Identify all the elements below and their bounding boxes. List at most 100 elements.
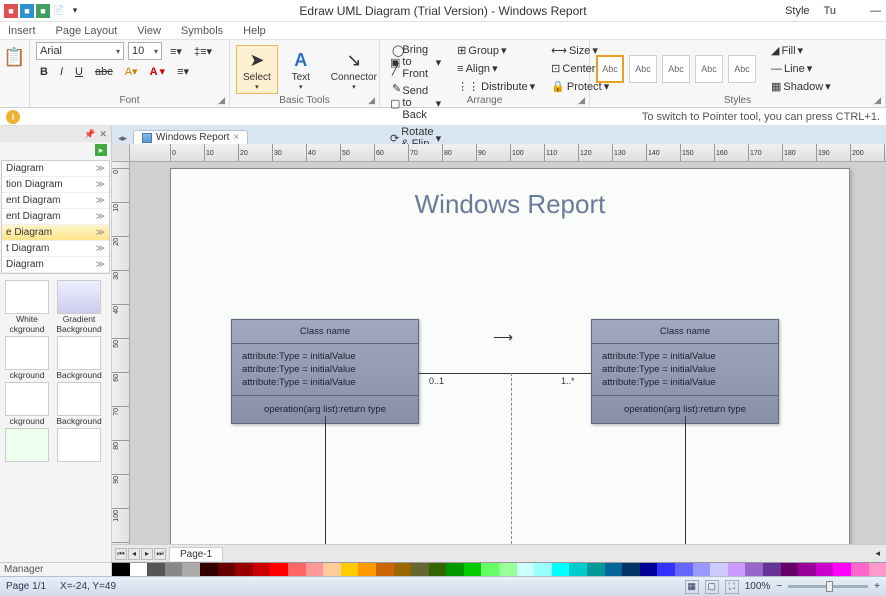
dialog-launcher-icon[interactable]: ◢ [368,95,375,106]
color-swatch[interactable] [499,563,517,576]
color-swatch[interactable] [464,563,482,576]
qat-item[interactable]: 📄 [52,4,66,18]
color-swatch[interactable] [270,563,288,576]
font-color-button[interactable]: A▾ [146,63,169,80]
color-swatch[interactable] [657,563,675,576]
color-swatch[interactable] [253,563,271,576]
color-swatch[interactable] [640,563,658,576]
color-swatch[interactable] [798,563,816,576]
shape-thumb[interactable]: ckground [2,336,52,380]
view-page-icon[interactable]: ▢ [705,580,719,594]
color-swatch[interactable] [552,563,570,576]
tree-item[interactable]: e Diagram≫ [2,225,109,241]
bring-to-front-button[interactable]: ▣ Bring to Front ▾ [386,42,445,82]
add-icon[interactable]: ▸ [95,144,107,156]
close-icon[interactable]: ✕ [99,129,107,140]
minimize-icon[interactable]: — [870,5,882,17]
bold-button[interactable]: B [36,64,52,80]
color-swatch[interactable] [569,563,587,576]
color-swatch[interactable] [358,563,376,576]
pin-icon[interactable]: 📌 [84,129,95,140]
document-tab[interactable]: Windows Report × [133,130,248,144]
first-page-icon[interactable]: ⏮ [115,548,127,560]
text-tool[interactable]: AText▾ [282,45,320,94]
canvas[interactable]: Windows Report Class name attribute:Type… [130,162,886,544]
close-icon[interactable]: × [233,132,239,143]
shape-thumb[interactable] [54,428,104,462]
shadow-button[interactable]: ▦ Shadow ▾ [767,78,835,95]
color-swatch[interactable] [763,563,781,576]
color-swatch[interactable] [481,563,499,576]
color-swatch[interactable] [165,563,183,576]
dialog-launcher-icon[interactable]: ◢ [578,95,585,106]
color-swatch[interactable] [816,563,834,576]
tab-nav-icon[interactable]: ◂▸ [118,133,127,144]
group-button[interactable]: ⊞ Group ▾ [453,42,539,59]
color-swatch[interactable] [130,563,148,576]
dialog-launcher-icon[interactable]: ◢ [874,95,881,106]
color-swatch[interactable] [235,563,253,576]
color-swatch[interactable] [869,563,886,576]
color-swatch[interactable] [341,563,359,576]
color-swatch[interactable] [376,563,394,576]
zoom-out-icon[interactable]: − [776,581,782,592]
color-swatch[interactable] [147,563,165,576]
tree-item[interactable]: tion Diagram≫ [2,177,109,193]
view-full-icon[interactable]: ⛶ [725,580,739,594]
shape-thumb[interactable]: Background [54,336,104,380]
color-swatch[interactable] [534,563,552,576]
color-swatch[interactable] [781,563,799,576]
next-page-icon[interactable]: ▸ [141,548,153,560]
line-spacing-button[interactable]: ‡≡▾ [190,43,216,60]
style-preset[interactable]: Abc [596,55,624,83]
style-preset[interactable]: Abc [695,55,723,83]
highlight-button[interactable]: A▾ [121,63,142,80]
color-swatch[interactable] [394,563,412,576]
qat-dropdown-icon[interactable]: ▾ [68,4,82,18]
color-swatch[interactable] [833,563,851,576]
dialog-launcher-icon[interactable]: ◢ [218,95,225,106]
vertical-ruler[interactable]: 0102030405060708090100110120130 [112,162,130,544]
style-preset[interactable]: Abc [629,55,657,83]
strike-button[interactable]: abc [91,64,117,80]
color-swatch[interactable] [323,563,341,576]
color-swatch[interactable] [587,563,605,576]
tree-item[interactable]: Diagram≫ [2,257,109,273]
page[interactable]: Windows Report Class name attribute:Type… [170,168,850,544]
color-swatch[interactable] [218,563,236,576]
color-swatch[interactable] [306,563,324,576]
color-swatch[interactable] [446,563,464,576]
underline-button[interactable]: U [71,64,87,80]
color-swatch[interactable] [517,563,535,576]
color-swatch[interactable] [112,563,130,576]
tab-view[interactable]: View [137,25,161,37]
tab-symbols[interactable]: Symbols [181,25,223,37]
paste-button[interactable]: 📋 [6,42,23,72]
uml-class[interactable]: Class name attribute:Type = initialValue… [591,319,779,424]
zoom-slider[interactable] [788,585,868,588]
font-size-combo[interactable]: 10▾ [128,42,162,60]
tree-item[interactable]: Diagram≫ [2,161,109,177]
view-normal-icon[interactable]: ▦ [685,580,699,594]
shape-thumb[interactable]: White ckground [2,280,52,334]
prev-page-icon[interactable]: ◂ [128,548,140,560]
qat-item[interactable]: ■ [4,4,18,18]
font-name-combo[interactable]: Arial▾ [36,42,124,60]
shape-thumb[interactable]: Background [54,382,104,426]
italic-button[interactable]: I [56,64,67,80]
color-swatch[interactable] [411,563,429,576]
color-swatch[interactable] [622,563,640,576]
select-tool[interactable]: ➤Select▾ [236,45,278,94]
color-swatch[interactable] [429,563,447,576]
tree-item[interactable]: t Diagram≫ [2,241,109,257]
bullets-button[interactable]: ≡▾ [166,43,186,60]
qat-item[interactable]: ■ [20,4,34,18]
tab-page-layout[interactable]: Page Layout [56,25,118,37]
last-page-icon[interactable]: ⏭ [154,548,166,560]
color-swatch[interactable] [675,563,693,576]
fill-button[interactable]: ◢ Fill ▾ [767,42,835,59]
shape-thumb[interactable] [2,428,52,462]
uml-class[interactable]: Class name attribute:Type = initialValue… [231,319,419,424]
color-swatch[interactable] [605,563,623,576]
color-swatch[interactable] [693,563,711,576]
